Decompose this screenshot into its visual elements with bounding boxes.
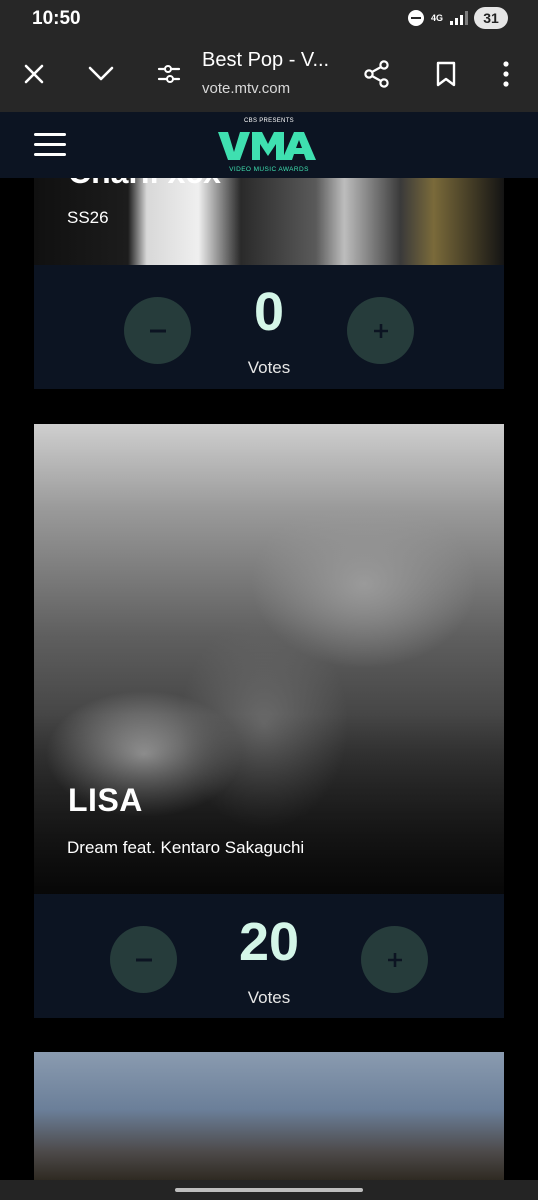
vote-panel: 20 Votes [34,894,504,1018]
site-settings-icon[interactable] [151,56,187,92]
votes-label: Votes [247,988,291,1007]
decrement-vote-button[interactable] [124,297,191,364]
menu-icon[interactable] [34,132,66,158]
artist-name: LISA [68,782,143,818]
home-gesture-handle[interactable] [175,1188,363,1192]
decrement-vote-button[interactable] [110,926,177,993]
navigation-bar [0,1180,538,1200]
chevron-down-icon[interactable] [83,56,119,92]
increment-vote-button[interactable] [347,297,414,364]
bookmark-icon[interactable] [428,56,464,92]
vote-panel: 0 Votes [34,265,504,389]
site-header: CBS PRESENTS VIDEO MUSIC AWARDS [0,112,538,178]
song-title: SS26 [67,208,109,227]
nominee-card-image[interactable]: LISA Dream feat. Kentaro Sakaguchi [34,424,504,894]
nominee-card-image[interactable]: Charli xcx SS26 [34,178,504,265]
status-bar: 10:50 4G 31 [0,0,538,38]
status-icons: 4G 31 [408,7,508,29]
nominee-card-image[interactable] [34,1052,504,1180]
close-icon[interactable] [16,56,52,92]
share-icon[interactable] [359,56,395,92]
browser-toolbar: Best Pop - V... vote.mtv.com [0,38,538,112]
status-time: 10:50 [32,8,81,29]
votes-label: Votes [247,358,291,377]
page-title[interactable]: Best Pop - V... [202,49,329,72]
increment-vote-button[interactable] [361,926,428,993]
vote-count: 0 [253,282,285,342]
page-url[interactable]: vote.mtv.com [202,80,290,97]
vma-subtitle: VIDEO MUSIC AWARDS [229,166,309,173]
network-type: 4G [430,13,443,23]
vote-count: 20 [238,912,300,972]
artist-name: Charli xcx [68,178,221,191]
signal-icon [450,11,468,25]
more-options-icon[interactable] [488,56,524,92]
song-title: Dream feat. Kentaro Sakaguchi [67,838,305,857]
battery-level: 31 [474,7,508,29]
do-not-disturb-icon [408,10,424,26]
vma-logo[interactable]: CBS PRESENTS VIDEO MUSIC AWARDS [210,118,328,174]
